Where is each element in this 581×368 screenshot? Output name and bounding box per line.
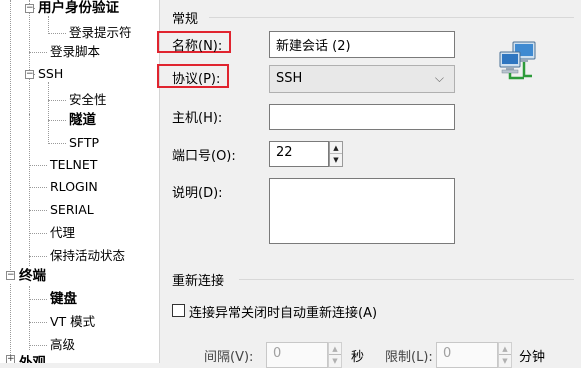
- limit-spinner[interactable]: ▲ ▼: [498, 342, 512, 368]
- tree-item-login-script[interactable]: 登录脚本: [50, 44, 100, 60]
- tree-collapse-auth[interactable]: −: [25, 4, 34, 13]
- auto-reconnect-checkbox[interactable]: [172, 304, 185, 317]
- description-textarea[interactable]: [269, 178, 455, 244]
- port-spinner[interactable]: ▲ ▼: [329, 141, 343, 167]
- name-label: 名称(N):: [172, 39, 223, 54]
- host-label: 主机(H):: [172, 111, 223, 126]
- spin-up-icon[interactable]: ▲: [499, 343, 511, 355]
- tree-item-tunnel[interactable]: 隧道: [69, 112, 96, 128]
- tree-collapse-ssh[interactable]: −: [25, 70, 34, 79]
- spin-up-icon[interactable]: ▲: [329, 343, 341, 355]
- tree-item-ssh[interactable]: SSH: [38, 66, 63, 82]
- interval-label: 间隔(V):: [204, 350, 254, 365]
- interval-spinner[interactable]: ▲ ▼: [328, 342, 342, 368]
- tree-item-proxy[interactable]: 代理: [50, 225, 75, 241]
- tree-expand-appearance[interactable]: +: [6, 355, 15, 363]
- tree-item-user-auth[interactable]: 用户身份验证: [38, 0, 119, 16]
- tree-item-keepalive[interactable]: 保持活动状态: [50, 248, 125, 264]
- tree-collapse-terminal[interactable]: −: [6, 271, 15, 280]
- minutes-label: 分钟: [519, 350, 546, 365]
- tree-item-rlogin[interactable]: RLOGIN: [50, 179, 98, 195]
- tree-item-telnet[interactable]: TELNET: [50, 157, 97, 173]
- port-input[interactable]: 22: [269, 141, 329, 167]
- session-category-tree[interactable]: − − − + 用户身份验证 登录提示符 登录脚本 SSH 安全性 隧道 SFT…: [0, 0, 160, 363]
- tree-item-keyboard[interactable]: 键盘: [50, 291, 77, 307]
- spin-up-icon[interactable]: ▲: [330, 142, 342, 154]
- protocol-value: SSH: [276, 71, 303, 86]
- tree-item-appearance[interactable]: 外观: [19, 355, 46, 363]
- tree-item-advanced[interactable]: 高级: [50, 337, 75, 353]
- tree-item-sftp[interactable]: SFTP: [69, 135, 99, 151]
- host-input[interactable]: [269, 104, 455, 130]
- tree-item-terminal[interactable]: 终端: [19, 268, 46, 284]
- spin-down-icon[interactable]: ▼: [329, 355, 341, 367]
- reconnect-section-title: 重新连接: [172, 274, 225, 289]
- protocol-select[interactable]: SSH ⌵: [269, 65, 455, 93]
- tree-item-security[interactable]: 安全性: [69, 92, 107, 108]
- name-input[interactable]: 新建会话 (2): [269, 31, 455, 58]
- spin-down-icon[interactable]: ▼: [330, 154, 342, 166]
- network-computers-icon: [499, 41, 536, 80]
- chevron-down-icon: ⌵: [434, 71, 444, 85]
- port-label: 端口号(O):: [172, 149, 236, 164]
- seconds-label: 秒: [351, 350, 365, 365]
- tree-item-login-prompt[interactable]: 登录提示符: [69, 25, 132, 41]
- spin-down-icon[interactable]: ▼: [499, 355, 511, 367]
- auto-reconnect-label[interactable]: 连接异常关闭时自动重新连接(A): [189, 302, 377, 321]
- general-section-title: 常规: [172, 12, 199, 27]
- limit-label: 限制(L):: [385, 350, 433, 365]
- interval-input[interactable]: 0: [266, 342, 328, 368]
- description-label: 说明(D):: [172, 186, 223, 201]
- limit-input[interactable]: 0: [436, 342, 498, 368]
- protocol-label: 协议(P):: [172, 72, 221, 87]
- tree-item-vt-mode[interactable]: VT 模式: [50, 314, 95, 330]
- tree-item-serial[interactable]: SERIAL: [50, 202, 94, 218]
- session-properties-panel: 常规 名称(N): 新建会话 (2) 协议(P): SSH ⌵ 主机(H): 端…: [157, 0, 581, 368]
